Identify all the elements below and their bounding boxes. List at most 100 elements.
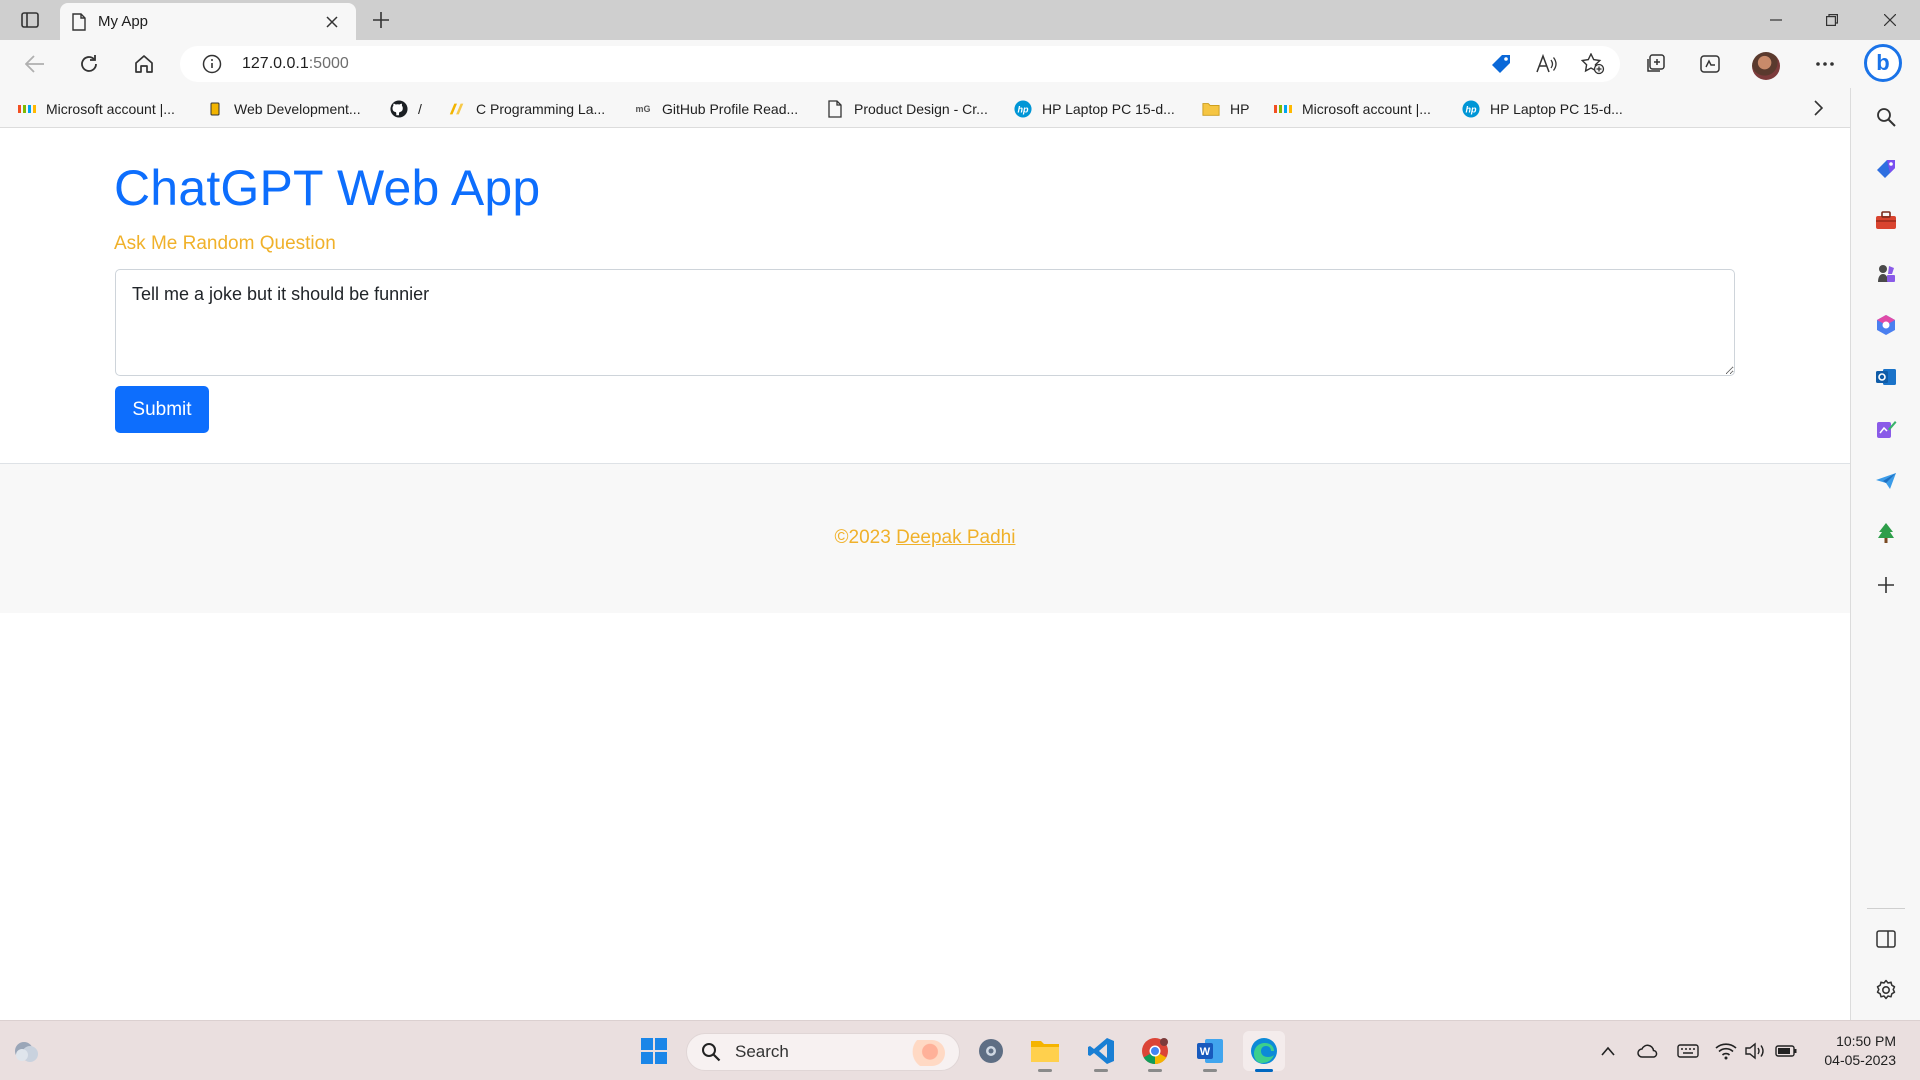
favorite-item[interactable]: hp HP Laptop PC 15-d... (1462, 98, 1623, 120)
keyboard-icon (1677, 1044, 1699, 1058)
home-icon (135, 55, 153, 73)
weather-icon (15, 1042, 38, 1062)
windows-taskbar: Search W 10:50 PM 04-05-2023 (0, 1020, 1920, 1080)
running-indicator (1094, 1069, 1108, 1072)
collections-button[interactable] (1638, 49, 1672, 79)
plus-icon (373, 12, 389, 28)
favorite-item[interactable]: HP (1202, 98, 1249, 120)
close-icon (1884, 14, 1896, 26)
battery-tray-button[interactable] (1774, 1039, 1798, 1063)
sidebar-tree-button[interactable] (1871, 518, 1901, 548)
favorite-item[interactable]: Product Design - Cr... (826, 98, 988, 120)
tab-actions-button[interactable] (12, 6, 48, 34)
home-button[interactable] (127, 49, 161, 79)
favorite-label: C Programming La... (476, 101, 606, 117)
math-solver-button[interactable] (1693, 49, 1727, 79)
favorite-item[interactable]: Microsoft account |... (18, 98, 175, 120)
sidebar-settings-button[interactable] (1871, 975, 1901, 1005)
hp-icon: hp (1014, 100, 1032, 118)
minimize-button[interactable] (1748, 0, 1804, 40)
favorites-bar: Microsoft account |... Web Development..… (0, 88, 1850, 128)
tab-close-button[interactable] (320, 10, 344, 34)
address-bar[interactable]: 127.0.0.1:5000 (180, 46, 1620, 82)
web-page: ChatGPT Web App Ask Me Random Question S… (0, 129, 1850, 1020)
word-icon: W (1197, 1039, 1223, 1063)
taskbar-file-explorer[interactable] (1024, 1031, 1066, 1072)
author-link[interactable]: Deepak Padhi (896, 527, 1015, 548)
site-icon: mG (635, 104, 651, 114)
taskbar-word[interactable]: W (1189, 1031, 1231, 1072)
sidebar-divider (1867, 908, 1905, 909)
tab-my-app[interactable]: My App (60, 3, 356, 40)
show-hidden-icons-button[interactable] (1596, 1039, 1620, 1063)
submit-button[interactable]: Submit (115, 386, 209, 433)
page-subtitle: Ask Me Random Question (114, 233, 336, 254)
start-button[interactable] (633, 1031, 675, 1071)
info-icon[interactable] (202, 54, 222, 74)
address-url[interactable]: 127.0.0.1:5000 (242, 55, 349, 73)
search-label: Search (735, 1042, 789, 1061)
more-favorites-button[interactable] (1806, 96, 1830, 120)
search-icon (1877, 108, 1896, 127)
profile-avatar[interactable] (1752, 52, 1780, 80)
clock-time: 10:50 PM (1836, 1033, 1896, 1049)
system-clock[interactable]: 10:50 PM 04-05-2023 (1810, 1032, 1896, 1070)
taskbar-edge[interactable] (1243, 1031, 1285, 1072)
read-aloud-button[interactable] (1534, 52, 1560, 76)
tag-icon (1492, 55, 1510, 73)
gear-icon (979, 1039, 1003, 1063)
sidebar-add-button[interactable] (1871, 570, 1901, 600)
speaker-icon (1745, 1042, 1764, 1060)
math-solver-icon (1700, 55, 1720, 73)
close-window-button[interactable] (1862, 0, 1918, 40)
sidebar-games-button[interactable] (1871, 258, 1901, 288)
add-favorite-button[interactable] (1580, 52, 1606, 76)
battery-icon (1775, 1045, 1797, 1057)
sidebar-shopping-button[interactable] (1871, 154, 1901, 184)
windows-logo-icon (641, 1038, 667, 1064)
tab-actions-icon (21, 12, 39, 28)
favorite-item[interactable]: Microsoft account |... (1274, 98, 1431, 120)
tab-title: My App (98, 13, 149, 30)
question-input[interactable] (115, 269, 1735, 376)
sidebar-designer-button[interactable] (1871, 414, 1901, 444)
url-host: 127.0.0.1 (242, 55, 309, 72)
footer-copyright: ©2023 Deepak Padhi (0, 527, 1850, 549)
shopping-tag-button[interactable] (1488, 52, 1514, 76)
favorite-item[interactable]: mG GitHub Profile Read... (634, 98, 798, 120)
taskbar-vscode[interactable] (1080, 1031, 1122, 1072)
tree-icon (1878, 523, 1894, 543)
back-button[interactable] (18, 49, 52, 79)
restore-button[interactable] (1804, 0, 1860, 40)
favorite-item[interactable]: Web Development... (206, 98, 361, 120)
sidebar-search-button[interactable] (1871, 102, 1901, 132)
star-plus-icon (1581, 53, 1605, 75)
active-indicator (1255, 1069, 1273, 1072)
refresh-button[interactable] (72, 49, 106, 79)
new-tab-button[interactable] (366, 6, 396, 34)
weather-widget[interactable] (12, 1037, 44, 1065)
sidebar-send-button[interactable] (1871, 466, 1901, 496)
bing-chat-button[interactable]: b (1864, 44, 1902, 82)
sidebar-split-view-button[interactable] (1871, 924, 1901, 954)
designer-icon (1877, 421, 1897, 438)
keyboard-tray-button[interactable] (1676, 1039, 1700, 1063)
taskbar-settings-app[interactable] (970, 1031, 1012, 1071)
wifi-tray-button[interactable] (1714, 1039, 1738, 1063)
taskbar-search[interactable]: Search (686, 1033, 960, 1071)
favorite-item[interactable]: / (390, 98, 422, 120)
favorite-item[interactable]: hp HP Laptop PC 15-d... (1014, 98, 1175, 120)
sidebar-outlook-button[interactable] (1871, 362, 1901, 392)
volume-tray-button[interactable] (1744, 1039, 1768, 1063)
taskbar-chrome[interactable] (1134, 1031, 1176, 1072)
wifi-icon (1715, 1043, 1737, 1060)
onedrive-tray-button[interactable] (1636, 1039, 1660, 1063)
close-icon (326, 15, 338, 28)
page-icon (72, 12, 86, 31)
favorite-item[interactable]: C Programming La... (448, 98, 605, 120)
settings-more-button[interactable] (1808, 49, 1842, 79)
sidebar-microsoft365-button[interactable] (1871, 310, 1901, 340)
split-screen-icon (1876, 930, 1896, 948)
sidebar-tools-button[interactable] (1871, 206, 1901, 236)
bing-icon: b (1876, 50, 1890, 75)
